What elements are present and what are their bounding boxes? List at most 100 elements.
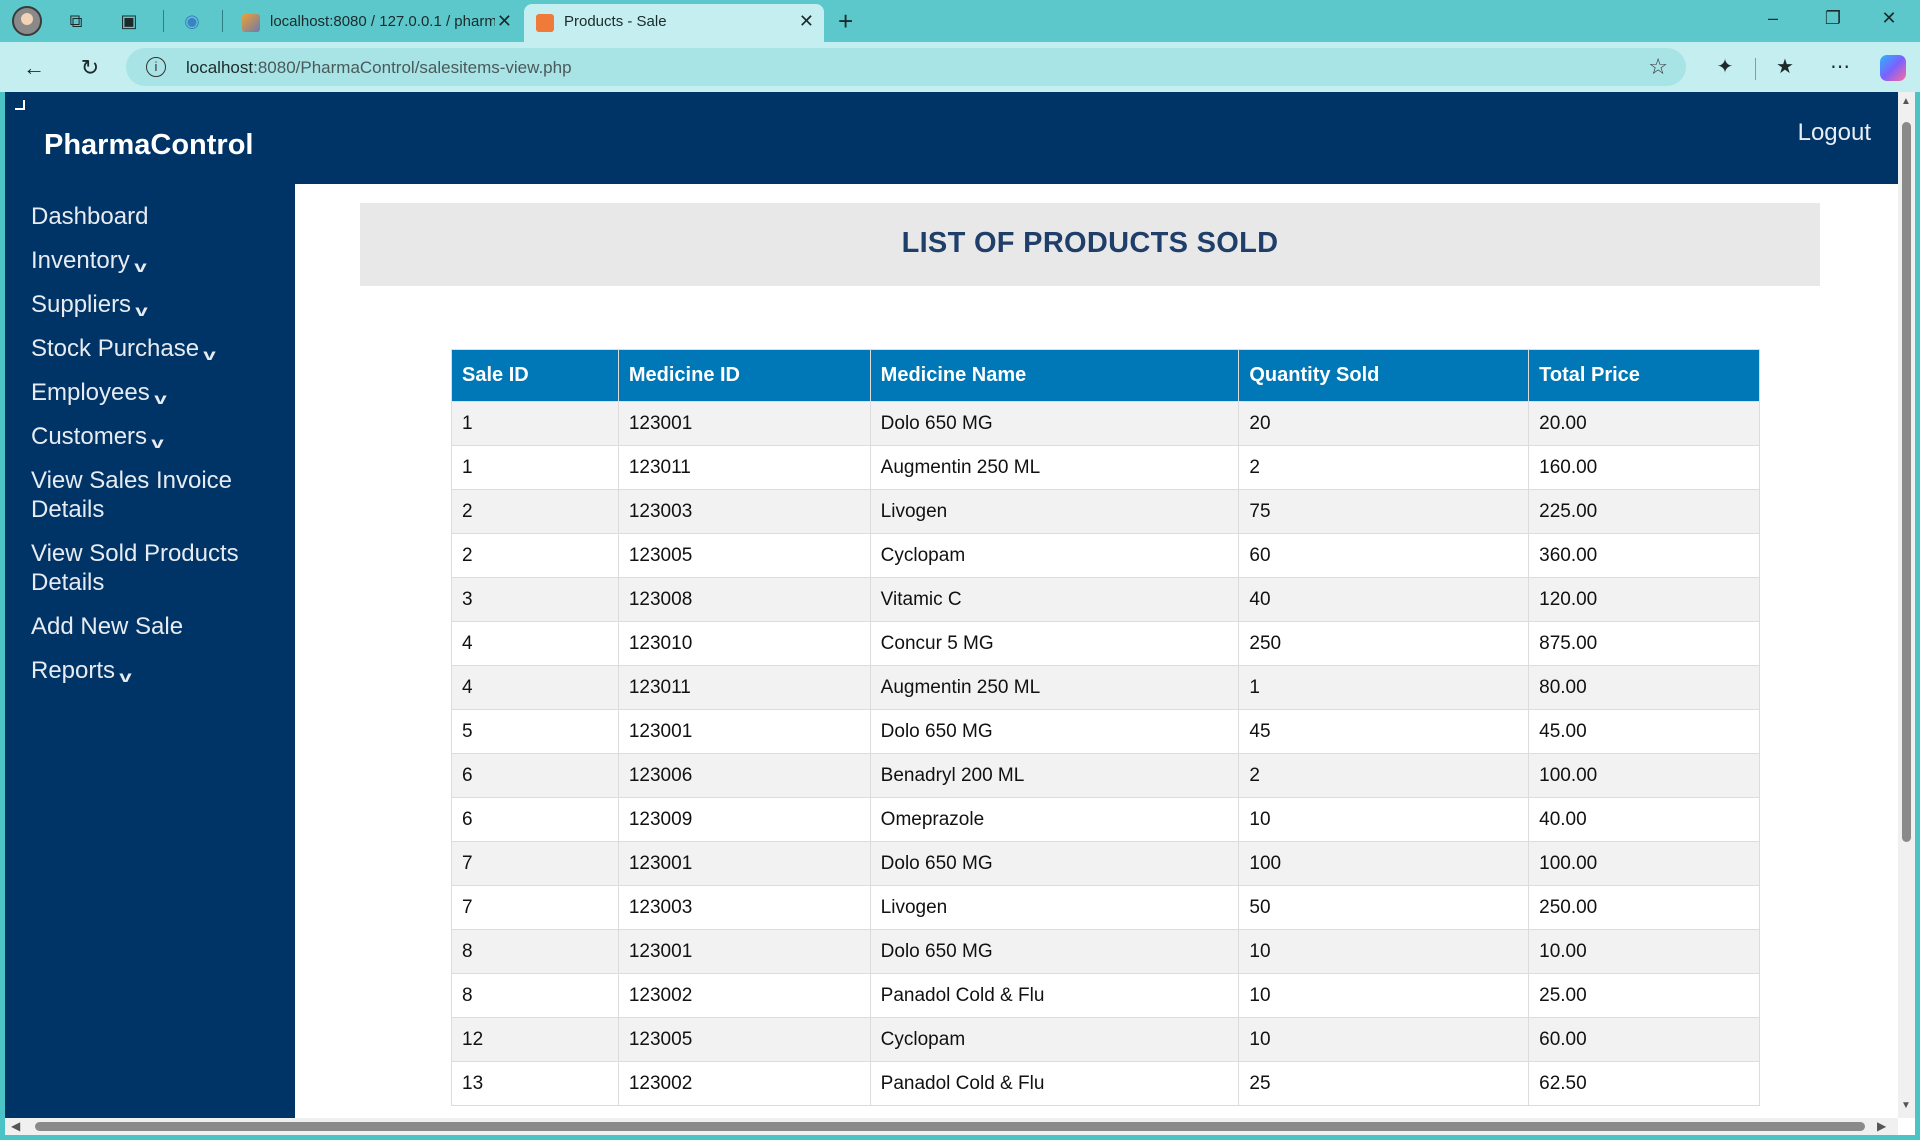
table-cell: 100 xyxy=(1238,841,1530,886)
refresh-icon[interactable]: ↻ xyxy=(76,54,104,82)
table-cell: 20.00 xyxy=(1528,401,1760,446)
table-cell: 2 xyxy=(1238,445,1530,490)
table-cell: 123001 xyxy=(617,929,871,974)
sidebar-item-suppliers[interactable]: Suppliers v xyxy=(31,290,281,322)
table-body: 1 123001 Dolo 650 MG 20 20.00 1 123011 Augmenti… xyxy=(451,401,1760,1106)
scroll-down-icon[interactable]: ▼ xyxy=(1901,1100,1911,1111)
products-sold-table: Sale ID Medicine ID Medicine Name Quanti… xyxy=(451,349,1760,1106)
vertical-scrollbar[interactable]: ▲ ▼ xyxy=(1898,92,1915,1118)
column-header[interactable]: Medicine ID xyxy=(617,349,871,402)
sidebar-item-reports[interactable]: Reports v xyxy=(31,656,281,688)
copilot-icon[interactable] xyxy=(1880,55,1906,81)
restore-icon[interactable]: ❐ xyxy=(1810,8,1856,29)
table-cell: 2 xyxy=(1238,753,1530,798)
pinned-tab-icon[interactable]: ◉ xyxy=(180,9,204,33)
tab-separator xyxy=(222,10,223,32)
table-cell: 123005 xyxy=(617,1017,871,1062)
horizontal-scrollbar[interactable]: ◀ ▶ xyxy=(5,1118,1898,1135)
table-cell: 40.00 xyxy=(1528,797,1760,842)
browser-tab-bar: ⧉ ▣ ◉ localhost:8080 / 127.0.0.1 / pharm… xyxy=(0,0,1920,42)
tab-separator xyxy=(163,10,164,32)
chevron-down-icon: v xyxy=(119,669,132,686)
table-cell: 250 xyxy=(1238,621,1530,666)
chevron-down-icon: v xyxy=(135,303,148,320)
sidebar-item-customers[interactable]: Customers v xyxy=(31,422,281,454)
minimize-icon[interactable]: – xyxy=(1750,8,1796,29)
table-cell: 7 xyxy=(451,841,619,886)
table-cell: 25.00 xyxy=(1528,973,1760,1018)
extensions-icon[interactable]: ✦ xyxy=(1710,54,1740,79)
table-cell: 10.00 xyxy=(1528,929,1760,974)
logout-link[interactable]: Logout xyxy=(1798,119,1871,147)
star-icon[interactable]: ☆ xyxy=(1648,54,1668,80)
column-header[interactable]: Quantity Sold xyxy=(1238,349,1530,402)
table-cell: Augmentin 250 ML xyxy=(869,445,1240,490)
column-header[interactable]: Total Price xyxy=(1528,349,1760,402)
table-cell: 12 xyxy=(451,1017,619,1062)
main-content: LIST OF PRODUCTS SOLD Sale ID Medicine I… xyxy=(295,184,1898,1118)
scroll-right-icon[interactable]: ▶ xyxy=(1877,1119,1886,1133)
table-cell: 1 xyxy=(1238,665,1530,710)
table-cell: 10 xyxy=(1238,1017,1530,1062)
close-window-icon[interactable]: ✕ xyxy=(1866,8,1912,29)
table-cell: 40 xyxy=(1238,577,1530,622)
toolbar-separator xyxy=(1755,58,1756,80)
table-row: 6 123009 Omeprazole 10 40.00 xyxy=(451,797,1760,842)
brand-title[interactable]: PharmaControl xyxy=(44,129,253,162)
scroll-left-icon[interactable]: ◀ xyxy=(11,1119,20,1133)
sidebar: Dashboard Inventory v Suppliers v Stock Pu… xyxy=(5,184,295,1118)
table-row: 4 123011 Augmentin 250 ML 1 80.00 xyxy=(451,665,1760,710)
column-header[interactable]: Medicine Name xyxy=(869,349,1240,402)
sidebar-item-view-sales-invoice-details[interactable]: View Sales Invoice Details xyxy=(31,466,281,524)
table-cell: 123003 xyxy=(617,885,871,930)
table-cell: 1 xyxy=(451,445,619,490)
workspaces-icon[interactable]: ⧉ xyxy=(64,9,88,33)
table-row: 3 123008 Vitamic C 40 120.00 xyxy=(451,577,1760,622)
table-cell: Dolo 650 MG xyxy=(869,709,1240,754)
sidebar-item-dashboard[interactable]: Dashboard xyxy=(31,202,281,231)
table-cell: 123011 xyxy=(617,665,871,710)
column-header[interactable]: Sale ID xyxy=(451,349,619,402)
table-cell: 60.00 xyxy=(1528,1017,1760,1062)
back-arrow-icon[interactable]: ← xyxy=(20,54,48,82)
table-cell: Vitamic C xyxy=(869,577,1240,622)
site-info-icon[interactable]: i xyxy=(146,57,166,77)
table-cell: 123011 xyxy=(617,445,871,490)
table-cell: 123001 xyxy=(617,709,871,754)
sidebar-item-add-new-sale[interactable]: Add New Sale xyxy=(31,612,281,641)
sidebar-item-stock-purchase[interactable]: Stock Purchase v xyxy=(31,334,281,366)
table-cell: Livogen xyxy=(869,885,1240,930)
tab-phpmyadmin[interactable]: localhost:8080 / 127.0.0.1 / pharm ✕ xyxy=(230,4,522,42)
table-cell: 50 xyxy=(1238,885,1530,930)
table-cell: 7 xyxy=(451,885,619,930)
chevron-down-icon: v xyxy=(151,435,164,452)
url-input[interactable]: i localhost:8080/PharmaControl/salesitem… xyxy=(126,48,1686,86)
table-cell: 25 xyxy=(1238,1061,1530,1106)
close-tab-icon[interactable]: ✕ xyxy=(799,11,814,32)
table-row: 1 123001 Dolo 650 MG 20 20.00 xyxy=(451,401,1760,446)
sidebar-item-view-sold-products-details[interactable]: View Sold Products Details xyxy=(31,539,281,597)
table-cell: 250.00 xyxy=(1528,885,1760,930)
favorites-icon[interactable]: ★ xyxy=(1770,54,1800,79)
table-row: 7 123003 Livogen 50 250.00 xyxy=(451,885,1760,930)
sidebar-item-employees[interactable]: Employees v xyxy=(31,378,281,410)
tab-actions-icon[interactable]: ▣ xyxy=(117,9,141,33)
table-cell: Cyclopam xyxy=(869,533,1240,578)
table-cell: 8 xyxy=(451,973,619,1018)
table-cell: 62.50 xyxy=(1528,1061,1760,1106)
tab-products-sale[interactable]: Products - Sale ✕ xyxy=(524,4,824,42)
table-cell: 875.00 xyxy=(1528,621,1760,666)
more-icon[interactable]: ⋯ xyxy=(1825,54,1855,79)
profile-avatar-icon[interactable] xyxy=(12,6,42,36)
close-tab-icon[interactable]: ✕ xyxy=(497,11,512,32)
chevron-down-icon: v xyxy=(203,347,216,364)
sidebar-item-inventory[interactable]: Inventory v xyxy=(31,246,281,278)
table-cell: 13 xyxy=(451,1061,619,1106)
table-cell: 5 xyxy=(451,709,619,754)
table-row: 2 123003 Livogen 75 225.00 xyxy=(451,489,1760,534)
table-row: 13 123002 Panadol Cold & Flu 25 62.50 xyxy=(451,1061,1760,1106)
horizontal-scroll-thumb[interactable] xyxy=(35,1122,1865,1131)
new-tab-icon[interactable]: + xyxy=(838,6,853,37)
scroll-up-icon[interactable]: ▲ xyxy=(1901,96,1911,107)
vertical-scroll-thumb[interactable] xyxy=(1902,122,1911,842)
